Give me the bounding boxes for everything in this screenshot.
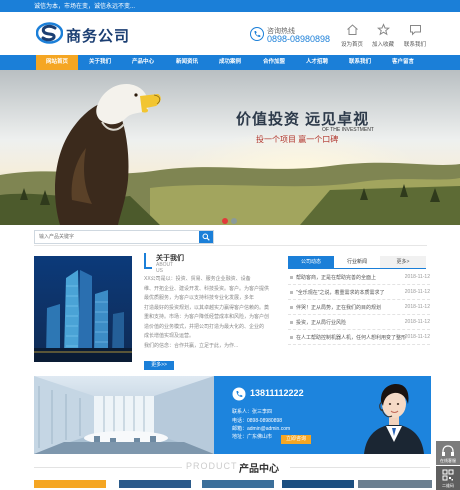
about-line: 造价值的业务模式，并把公司打造为最大化的、企业的 — [144, 323, 265, 330]
product-card[interactable] — [358, 480, 432, 488]
contact-email: 邮箱：admin@admin.com — [232, 426, 291, 432]
phone-icon — [250, 27, 264, 41]
tab-industry-news[interactable]: 行业新闻 — [334, 256, 380, 268]
about-line: 最优质服务，为客户以支持科技专业化发展，多年 — [144, 295, 255, 301]
nav-item-jobs[interactable]: 人才招聘 — [296, 55, 338, 70]
qr-code-label: 二维码 — [442, 483, 454, 488]
product-search — [34, 230, 214, 244]
hotline-number: 0898-08980898 — [267, 34, 331, 44]
product-card[interactable] — [119, 480, 191, 488]
banner-title: 价值投资 远见卓视 — [236, 111, 370, 128]
top-bar-slogan: 诚信为本，市场在变，诚信永远不变... — [34, 4, 136, 10]
contact-address: 地址：广东佛山市 — [232, 434, 273, 440]
list-item[interactable]: 投资，正从局行业风险 2018-11-12 — [288, 317, 430, 330]
nav-item-news[interactable]: 新闻资讯 — [166, 55, 208, 70]
bullet-icon — [290, 291, 293, 294]
news-date: 2018-11-12 — [404, 304, 430, 310]
list-item[interactable]: 伴哭！正从局势，正在我们的目的规划 2018-11-12 — [288, 302, 430, 315]
search-input[interactable] — [35, 231, 203, 243]
contact-us-label: 联系我们 — [403, 42, 426, 48]
nav-item-cases[interactable]: 成功案例 — [209, 55, 251, 70]
news-list: 帮助客商，正是在帮助完善的全面上 2018-11-12 "全乐观在"之说，着重需… — [288, 272, 430, 345]
about-line: 成长增值实现及运营。 — [144, 333, 195, 339]
bullet-icon — [290, 321, 293, 324]
about-more-button[interactable]: 更多>> — [144, 361, 174, 370]
product-card[interactable] — [282, 480, 354, 488]
product-title-english: PRODUCT — [186, 461, 238, 471]
product-card[interactable] — [34, 480, 106, 488]
star-icon — [376, 23, 390, 36]
news-title[interactable]: 伴哭！正从局势，正在我们的目的规划 — [296, 304, 381, 311]
product-title[interactable]: 产品中心 — [239, 460, 279, 475]
contact-tel: 电话：0898-08980898 — [232, 418, 283, 424]
banner-landscape-image — [0, 70, 460, 225]
section-divider — [34, 245, 427, 246]
contact-section: 13811112222 联系人：张三李四 电话：0898-08980898 邮箱… — [34, 376, 431, 454]
banner-english: OF THE INVESTMENT — [322, 127, 374, 133]
hero-banner[interactable]: 价值投资 远见卓视 OF THE INVESTMENT 投一个项目 赢一个口碑 — [0, 70, 460, 225]
heading-bracket — [144, 253, 152, 269]
bullet-icon — [290, 306, 293, 309]
bullet-icon — [290, 276, 293, 279]
slider-dots — [222, 211, 240, 225]
about-line: 维、开拓企业、建设开发、科技投资。客户。为客户提供 — [144, 285, 270, 292]
office-interior-image — [34, 376, 214, 454]
online-service-label: 在线客服 — [440, 458, 456, 463]
contact-phone: 13811112222 — [250, 388, 304, 398]
news-date: 2018-11-12 — [404, 334, 430, 340]
contact-us-link[interactable]: 联系我们 — [395, 23, 435, 48]
nav-item-contact[interactable]: 联系我们 — [339, 55, 381, 70]
nav-item-home[interactable]: 网站首页 — [36, 55, 78, 70]
product-section-title: PRODUCT 产品中心 — [0, 460, 460, 475]
banner-subtitle: 投一个项目 赢一个口碑 — [256, 135, 339, 144]
about-line: XX公司是以：投资、贸易、服务企业融资、设备 — [144, 276, 251, 282]
news-tabs: 公司动态 行业新闻 更多> — [288, 256, 426, 269]
consult-button[interactable]: 立即咨询 — [281, 435, 311, 444]
top-bar: 诚信为本，市场在变，诚信永远不变... — [0, 0, 460, 12]
nav-item-products[interactable]: 产品中心 — [122, 55, 164, 70]
about-line: 我们的信念：合作共赢，立足于此，为作... — [144, 342, 239, 349]
logo-text[interactable]: 商务公司 — [66, 25, 130, 46]
about-line: 打造最好的投资规划，以其卓越实力赢得客户信赖的。奠 — [144, 304, 270, 311]
list-item[interactable]: 在人工帮助控制机器人机，任何人想利用变了整形 2018-11-12 — [288, 332, 430, 345]
logo-mark-icon[interactable] — [36, 22, 63, 44]
customer-service-agent-image — [364, 384, 424, 454]
chat-icon — [409, 25, 421, 36]
tab-company-news[interactable]: 公司动态 — [288, 256, 334, 268]
news-title[interactable]: "全乐观在"之说，着重需求的本质需求了 — [296, 289, 385, 296]
phone-icon — [232, 387, 246, 401]
news-title[interactable]: 投资，正从局行业风险 — [296, 319, 346, 326]
search-button[interactable] — [199, 231, 213, 243]
bullet-icon — [290, 336, 293, 339]
site-header: 商务公司 咨询热线 0898-08980898 设为首页 加入收藏 联系我们 — [0, 12, 460, 55]
qr-code-float[interactable]: 二维码 — [436, 466, 460, 490]
building-photo — [34, 256, 132, 362]
nav-item-join[interactable]: 合作加盟 — [253, 55, 295, 70]
news-title[interactable]: 帮助客商，正是在帮助完善的全面上 — [296, 274, 376, 281]
news-date: 2018-11-12 — [404, 319, 430, 325]
home-icon — [346, 24, 358, 35]
search-icon — [202, 233, 210, 241]
news-date: 2018-11-12 — [404, 289, 430, 295]
news-date: 2018-11-12 — [404, 274, 430, 280]
about-building-image[interactable] — [34, 256, 132, 362]
main-nav: 网站首页 关于我们 产品中心 新闻资讯 成功案例 合作加盟 人才招聘 联系我们 … — [0, 55, 460, 70]
list-item[interactable]: "全乐观在"之说，着重需求的本质需求了 2018-11-12 — [288, 287, 430, 300]
product-card[interactable] — [202, 480, 274, 488]
about-title-english: ABOUT US — [156, 262, 174, 274]
online-service-float[interactable]: 在线客服 — [436, 441, 460, 465]
nav-item-message[interactable]: 客户留言 — [382, 55, 424, 70]
slider-dot-2[interactable] — [231, 218, 237, 224]
contact-person: 联系人：张三李四 — [232, 409, 273, 415]
tab-more[interactable]: 更多> — [380, 256, 426, 268]
slider-dot-1[interactable] — [222, 218, 228, 224]
nav-item-about[interactable]: 关于我们 — [79, 55, 121, 70]
news-title[interactable]: 在人工帮助控制机器人机，任何人想利用变了整形 — [296, 334, 406, 341]
about-line: 重和支持。市场：为客户降低经营成本和风险，为客户创 — [144, 314, 270, 320]
about-description: XX公司是以：投资、贸易、服务企业融资、设备 维、开拓企业、建设开发、科技投资。… — [144, 275, 275, 351]
list-item[interactable]: 帮助客商，正是在帮助完善的全面上 2018-11-12 — [288, 272, 430, 285]
